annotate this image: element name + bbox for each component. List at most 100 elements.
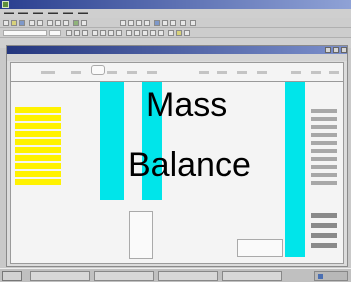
increase-decimal-icon[interactable]	[150, 30, 156, 36]
taskbar-button[interactable]	[158, 271, 218, 281]
maximize-icon[interactable]	[333, 47, 339, 53]
data-cell	[311, 141, 337, 145]
start-button[interactable]	[2, 271, 22, 281]
column-header	[199, 71, 209, 74]
column-header	[71, 71, 81, 74]
tray-icon[interactable]	[318, 274, 323, 279]
highlighted-row-label	[15, 131, 61, 137]
taskbar-button[interactable]	[222, 271, 282, 281]
header-divider	[11, 81, 343, 82]
highlighted-row-label	[15, 155, 61, 161]
column-header	[127, 71, 137, 74]
minimize-icon[interactable]	[325, 47, 331, 53]
column-header	[217, 71, 227, 74]
highlighted-row-label	[15, 115, 61, 121]
comma-icon[interactable]	[142, 30, 148, 36]
column-header	[107, 71, 117, 74]
data-cell	[311, 233, 337, 238]
data-cell	[311, 181, 337, 185]
data-cell	[311, 213, 337, 218]
undo-icon[interactable]	[73, 20, 79, 26]
system-tray	[314, 271, 348, 281]
currency-icon[interactable]	[126, 30, 132, 36]
new-icon[interactable]	[3, 20, 9, 26]
highlighted-row-label	[15, 123, 61, 129]
data-cell	[311, 223, 337, 228]
data-cell	[311, 165, 337, 169]
app-title-bar	[0, 0, 351, 9]
data-cell	[311, 125, 337, 129]
chart-icon[interactable]	[154, 20, 160, 26]
drawing-icon[interactable]	[170, 20, 176, 26]
align-right-icon[interactable]	[108, 30, 114, 36]
overlay-title-line-1: Mass	[146, 86, 228, 124]
column-header	[311, 71, 321, 74]
highlighted-row-label	[15, 171, 61, 177]
help-icon[interactable]	[190, 20, 196, 26]
column-header	[237, 71, 247, 74]
map-icon[interactable]	[162, 20, 168, 26]
workbook-title-bar	[7, 46, 347, 54]
font-name-box[interactable]	[3, 30, 47, 36]
italic-icon[interactable]	[74, 30, 80, 36]
bold-icon[interactable]	[66, 30, 72, 36]
data-cell	[311, 173, 337, 177]
print-icon[interactable]	[29, 20, 35, 26]
font-size-box[interactable]	[49, 30, 61, 36]
taskbar-button[interactable]	[94, 271, 154, 281]
underline-icon[interactable]	[82, 30, 88, 36]
data-cell	[311, 109, 337, 113]
column-header	[147, 71, 157, 74]
highlighted-row-label	[15, 179, 61, 185]
highlighted-column	[285, 82, 305, 257]
function-icon[interactable]	[128, 20, 134, 26]
total-cell-block	[237, 239, 283, 257]
menu-item-4[interactable]: ▬▬	[48, 10, 58, 16]
column-header	[291, 71, 301, 74]
close-icon[interactable]	[341, 47, 347, 53]
highlighted-row-label	[15, 139, 61, 145]
data-cell	[311, 133, 337, 137]
paste-icon[interactable]	[63, 20, 69, 26]
font-color-icon[interactable]	[184, 30, 190, 36]
save-icon[interactable]	[19, 20, 25, 26]
borders-icon[interactable]	[168, 30, 174, 36]
taskbar-button[interactable]	[30, 271, 90, 281]
sort-desc-icon[interactable]	[144, 20, 150, 26]
summary-cell-block	[129, 211, 153, 259]
header-highlight	[91, 65, 105, 75]
sum-icon[interactable]	[120, 20, 126, 26]
cut-icon[interactable]	[47, 20, 53, 26]
highlighted-row-label	[15, 163, 61, 169]
percent-icon[interactable]	[134, 30, 140, 36]
overlay-title-line-2: Balance	[128, 146, 251, 184]
menu-item-6[interactable]: ▬▬	[78, 10, 88, 16]
fill-color-icon[interactable]	[176, 30, 182, 36]
data-cell	[311, 117, 337, 121]
menu-bar: ▬▬ ▬▬ ▬▬ ▬▬ ▬▬ ▬▬	[0, 9, 351, 18]
copy-icon[interactable]	[55, 20, 61, 26]
column-header	[329, 71, 339, 74]
menu-item-3[interactable]: ▬▬	[33, 10, 43, 16]
merge-center-icon[interactable]	[116, 30, 122, 36]
formatting-toolbar	[0, 28, 351, 38]
align-center-icon[interactable]	[100, 30, 106, 36]
standard-toolbar	[0, 18, 351, 28]
app-icon	[2, 1, 9, 8]
align-left-icon[interactable]	[92, 30, 98, 36]
open-icon[interactable]	[11, 20, 17, 26]
taskbar	[0, 268, 351, 282]
menu-item-2[interactable]: ▬▬	[18, 10, 28, 16]
redo-icon[interactable]	[81, 20, 87, 26]
sort-asc-icon[interactable]	[136, 20, 142, 26]
menu-item-5[interactable]: ▬▬	[63, 10, 73, 16]
workbook-toolbar	[7, 54, 347, 61]
zoom-icon[interactable]	[180, 20, 186, 26]
highlighted-column	[100, 82, 124, 200]
preview-icon[interactable]	[37, 20, 43, 26]
decrease-decimal-icon[interactable]	[158, 30, 164, 36]
data-cell	[311, 149, 337, 153]
data-cell	[311, 243, 337, 248]
menu-item-1[interactable]: ▬▬	[4, 10, 14, 16]
data-cell	[311, 157, 337, 161]
